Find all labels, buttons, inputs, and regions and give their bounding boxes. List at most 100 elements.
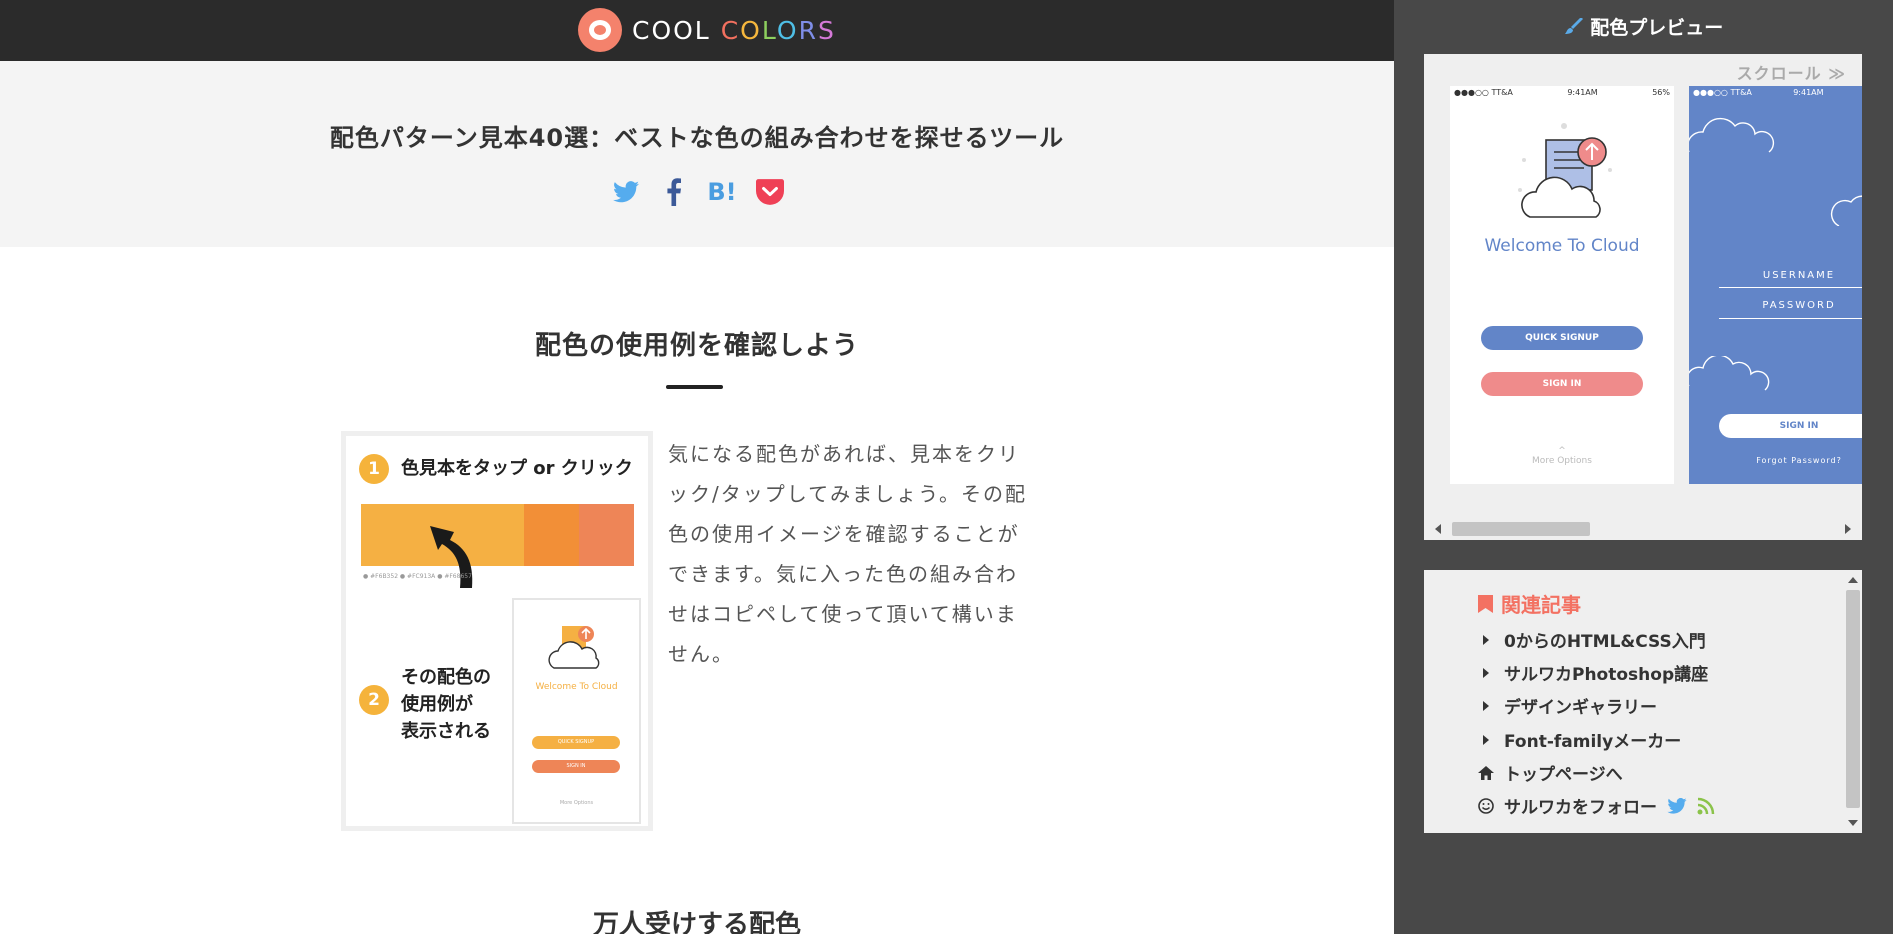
mini-phone-preview: Welcome To Cloud QUICK SIGNUP SIGN IN Mo… xyxy=(512,598,641,824)
logo-letter: C xyxy=(720,15,741,45)
section-2-title: 万人受けする配色 xyxy=(592,910,801,934)
step-2-line: その配色の xyxy=(401,667,491,688)
logo-icon xyxy=(578,8,622,52)
cloud-upload-icon xyxy=(548,626,600,669)
hero-section: 配色パターン見本40選：ベストな色の組み合わせを探せるツール B! xyxy=(0,61,1394,247)
logo-letter: L xyxy=(761,15,777,45)
step-1-badge: 1 xyxy=(359,454,389,484)
scroll-down-icon[interactable] xyxy=(1848,819,1858,827)
facebook-icon xyxy=(667,178,681,206)
caret-right-icon xyxy=(1483,700,1489,711)
follow-label: サルワカをフォロー xyxy=(1504,798,1657,818)
paint-brush-icon xyxy=(1564,17,1583,34)
status-time: 9:41AM xyxy=(1793,88,1824,97)
mini-signin-button: SIGN IN xyxy=(532,760,620,773)
cloud-decoration-icon xyxy=(1689,117,1862,226)
phone1-title: Welcome To Cloud xyxy=(1484,236,1640,256)
related-title: 関連記事 xyxy=(1478,589,1581,618)
section-divider xyxy=(666,385,723,389)
more-options-caret: ^ xyxy=(1558,446,1566,456)
status-carrier: ●●●○○ TT&A xyxy=(1454,88,1513,97)
step-2-text: その配色の 使用例が 表示される xyxy=(401,664,491,745)
hatena-bookmark-button[interactable]: B! xyxy=(707,178,737,206)
swatch-color-3 xyxy=(579,504,634,566)
swatch-color-2 xyxy=(524,504,579,566)
logo-letter: R xyxy=(798,15,818,45)
status-battery: 56% xyxy=(1652,88,1670,97)
mini-more-options: More Options xyxy=(559,800,594,806)
sidebar: 配色プレビュー スクロール ≫ ●●●○○ TT&A 9:41AM 56% We… xyxy=(1394,0,1893,934)
phone-preview-login[interactable]: ●●●○○ TT&A 9:41AM 56% Welcome To Cloud Q… xyxy=(1450,86,1674,484)
share-buttons: B! xyxy=(612,178,784,206)
step-2-badge: 2 xyxy=(359,685,389,715)
intro-paragraph: 気になる配色があれば、見本をクリック/タップしてみましょう。その配色の使用イメー… xyxy=(668,442,1027,666)
facebook-share-button[interactable] xyxy=(660,178,688,206)
pocket-share-button[interactable] xyxy=(756,178,784,206)
follow-link[interactable]: サルワカをフォロー xyxy=(1478,793,1715,818)
forgot-password-link[interactable]: Forgot Password? xyxy=(1719,456,1862,465)
pocket-icon xyxy=(756,179,784,205)
status-time: 9:41AM xyxy=(1567,88,1598,97)
vertical-scrollbar[interactable] xyxy=(1844,574,1860,829)
step-1-text: 色見本をタップ or クリック xyxy=(401,458,633,479)
scroll-right-icon[interactable] xyxy=(1844,524,1852,534)
related-link-label: デザインギャラリー xyxy=(1504,698,1657,718)
more-options-label: More Options xyxy=(1532,456,1592,466)
howto-illustration: 1 色見本をタップ or クリック ● #F6B352 ● #FC913A ● … xyxy=(341,431,653,831)
scroll-hint: スクロール ≫ xyxy=(1736,64,1846,83)
twitter-icon xyxy=(613,181,639,203)
related-link-design-gallery[interactable]: デザインギャラリー xyxy=(1478,693,1657,718)
logo-letter: O xyxy=(740,15,762,45)
cloud-decoration-icon xyxy=(1689,356,1770,391)
caret-right-icon xyxy=(1483,634,1489,645)
password-field[interactable] xyxy=(1719,318,1862,319)
horizontal-scroll-thumb[interactable] xyxy=(1452,522,1590,536)
related-link-label: サルワカPhotoshop講座 xyxy=(1504,665,1709,685)
more-options[interactable]: ^ More Options xyxy=(1450,446,1674,466)
logo-word-cool: COOL xyxy=(632,15,711,45)
top-bar: COOL COLORS xyxy=(0,0,1394,61)
vertical-scroll-thumb[interactable] xyxy=(1846,590,1860,808)
username-field[interactable] xyxy=(1719,287,1862,288)
step-2-line: 使用例が xyxy=(401,694,473,715)
top-page-label: トップページへ xyxy=(1504,765,1623,785)
caret-right-icon xyxy=(1483,667,1489,678)
scroll-up-icon[interactable] xyxy=(1848,576,1858,584)
top-page-link[interactable]: トップページへ xyxy=(1478,760,1623,785)
hatena-bookmark-icon: B! xyxy=(707,178,737,206)
sample-swatch xyxy=(361,504,634,566)
scroll-left-icon[interactable] xyxy=(1434,524,1442,534)
phone2-signin-button[interactable]: SIGN IN xyxy=(1719,414,1862,438)
section-title: 配色の使用例を確認しよう xyxy=(534,331,859,361)
bookmark-icon xyxy=(1478,594,1493,613)
related-link-photoshop[interactable]: サルワカPhotoshop講座 xyxy=(1478,660,1708,685)
signin-button[interactable]: SIGN IN xyxy=(1481,372,1643,396)
rss-icon[interactable] xyxy=(1697,797,1715,815)
caret-right-icon xyxy=(1483,734,1489,745)
password-label: PASSWORD xyxy=(1762,300,1836,311)
cloud-upload-icon xyxy=(1518,123,1612,218)
preview-title: 配色プレビュー xyxy=(1394,13,1893,40)
twitter-icon[interactable] xyxy=(1667,797,1687,814)
preview-title-text: 配色プレビュー xyxy=(1590,17,1724,39)
related-link-font-family[interactable]: Font-familyメーカー xyxy=(1478,727,1681,752)
related-link-html-css[interactable]: 0からのHTML&CSS入門 xyxy=(1478,627,1706,652)
swatch-codes: ● #F6B352 ● #FC913A ● #F68657 xyxy=(363,573,472,580)
related-title-text: 関連記事 xyxy=(1501,593,1581,617)
main-content: COOL COLORS 配色パターン見本40選：ベストな色の組み合わせを探せるツ… xyxy=(0,0,1394,934)
status-bar: ●●●○○ TT&A 9:41AM xyxy=(1693,88,1862,97)
phone-preview-signin[interactable]: ●●●○○ TT&A 9:41AM USERNAME PASSWORD SIGN… xyxy=(1689,86,1862,484)
horizontal-scrollbar[interactable] xyxy=(1434,521,1852,536)
related-link-label: 0からのHTML&CSS入門 xyxy=(1504,632,1706,652)
related-link-label: Font-familyメーカー xyxy=(1504,732,1682,752)
site-logo[interactable]: COOL COLORS xyxy=(578,7,836,53)
page-title: 配色パターン見本40選：ベストな色の組み合わせを探せるツール xyxy=(329,124,1065,152)
step-2-line: 表示される xyxy=(401,721,491,742)
quick-signup-button[interactable]: QUICK SIGNUP xyxy=(1481,326,1643,350)
smile-icon xyxy=(1478,797,1494,814)
logo-text: COOL COLORS xyxy=(632,16,836,45)
status-carrier: ●●●○○ TT&A xyxy=(1693,88,1752,97)
status-bar: ●●●○○ TT&A 9:41AM 56% xyxy=(1454,88,1670,97)
preview-frame[interactable]: スクロール ≫ ●●●○○ TT&A 9:41AM 56% Welcome To… xyxy=(1424,54,1862,540)
twitter-share-button[interactable] xyxy=(612,178,640,206)
